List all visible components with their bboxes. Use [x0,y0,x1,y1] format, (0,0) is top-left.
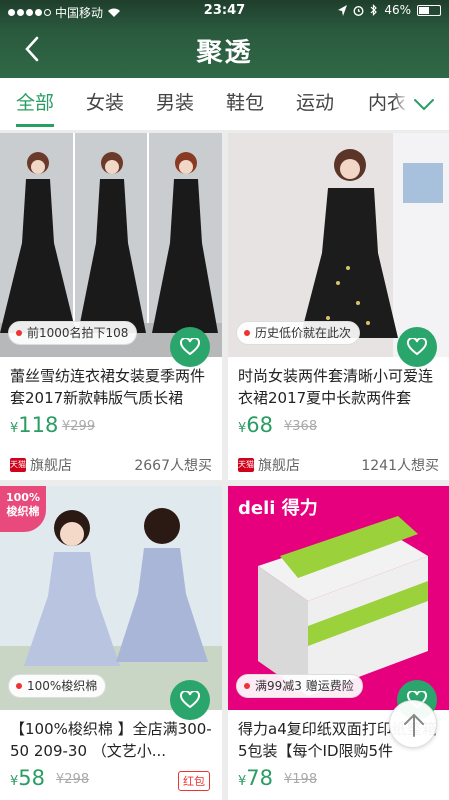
product-price: ¥118 [10,413,59,437]
tab-shoes-bags[interactable]: 鞋包 [226,78,264,130]
tmall-icon: 天猫 [10,458,26,472]
arrow-up-icon [404,713,424,737]
promo-tag: 100%梭织棉 [8,674,107,698]
alarm-icon [353,5,364,16]
want-count: 2667人想买 [134,458,212,474]
product-card[interactable]: deli 得力 满99减3 赠运费险 得力a4复印纸双面打印纸整箱5包装【每个I… [228,486,449,800]
original-price: ¥198 [284,772,318,787]
original-price: ¥298 [56,772,90,787]
battery-percent: 46% [384,3,411,17]
tabs-expand-button[interactable] [393,78,449,130]
tab-sports[interactable]: 运动 [296,78,334,130]
heart-icon [407,338,427,356]
scroll-top-button[interactable] [389,700,437,748]
promo-tag: 前1000名拍下108 [8,321,138,345]
original-price: ¥299 [62,419,96,434]
store-type: 旗舰店 [258,458,300,474]
favorite-button[interactable] [170,680,210,720]
app-root: 中国移动 23:47 46% 聚透 全部 女装 男装 鞋包 运动 内衣 前100… [0,0,449,800]
header-bar: 中国移动 23:47 46% 聚透 [0,0,449,78]
favorite-button[interactable] [397,327,437,367]
red-packet-tag: 红包 [178,771,210,791]
original-price: ¥368 [284,419,318,434]
product-card[interactable]: 100% 梭织棉 100%梭织棉 【100%梭织棉 】全店满300-50 209… [0,486,222,800]
promo-tag: 历史低价就在此次 [236,321,361,345]
heart-icon [180,691,200,709]
product-price: ¥68 [238,413,274,437]
tab-men[interactable]: 男装 [156,78,194,130]
tab-all[interactable]: 全部 [16,78,55,130]
cotton-badge: 100% 梭织棉 [0,486,46,532]
product-price: ¥78 [238,766,274,790]
tab-women[interactable]: 女装 [86,78,124,130]
chevron-down-icon [414,99,434,111]
page-title: 聚透 [196,38,253,68]
product-name: 时尚女装两件套清晰小可爱连衣裙2017夏中长款两件套吊... [238,367,434,407]
bluetooth-icon [370,4,378,16]
promo-tag: 满99减3 赠运费险 [236,674,363,698]
product-name: 【100%梭织棉 】全店满300-50 209-30 （文艺小... [10,720,212,760]
location-icon [338,4,348,16]
tmall-icon: 天猫 [238,458,254,472]
store-type: 旗舰店 [30,458,72,474]
store-info: 天猫 旗舰店 [10,455,72,475]
product-price: ¥58 [10,766,46,790]
product-card[interactable]: 前1000名拍下108 蕾丝雪纺连衣裙女装夏季两件套2017新款韩版气质长裙网.… [0,133,222,480]
store-info: 天猫 旗舰店 [238,455,300,475]
heart-icon [180,338,200,356]
battery-icon [417,4,441,16]
status-bar: 中国移动 23:47 46% [0,0,449,22]
favorite-button[interactable] [170,327,210,367]
status-right: 46% [338,3,441,17]
brand-logo: deli 得力 [238,498,318,519]
want-count: 1241人想买 [361,458,439,474]
product-name: 蕾丝雪纺连衣裙女装夏季两件套2017新款韩版气质长裙网... [10,367,206,407]
category-tabs: 全部 女装 男装 鞋包 运动 内衣 [0,78,449,130]
product-card[interactable]: 历史低价就在此次 时尚女装两件套清晰小可爱连衣裙2017夏中长款两件套吊... … [228,133,449,480]
